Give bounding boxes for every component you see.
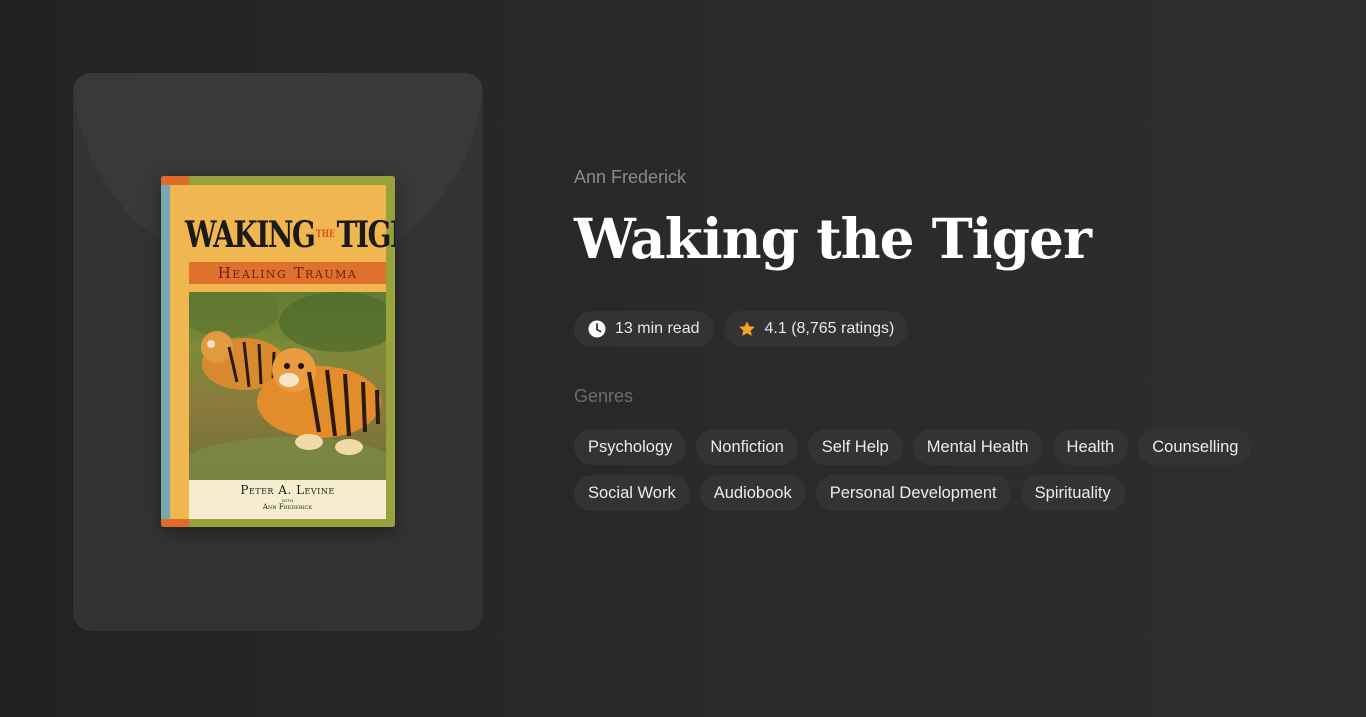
cover-subtitle: Healing Trauma [217,264,358,282]
cover-title-right: TIGER [336,214,395,256]
genre-chip-social-work[interactable]: Social Work [574,475,690,511]
book-detail-page: WAKINGTHETIGER Healing Trauma [0,0,1366,717]
genre-list: Psychology Nonfiction Self Help Mental H… [574,429,1274,521]
cover-coauthor: Ann Frederick [262,503,313,511]
book-meta: 13 min read 4.1 (8,765 ratings) [574,311,909,347]
cover-corner-bottom [161,519,189,527]
rating-text: 4.1 (8,765 ratings) [764,320,895,337]
genre-chip-health[interactable]: Health [1052,429,1129,465]
genre-chip-counselling[interactable]: Counselling [1138,429,1253,465]
genre-chip-psychology[interactable]: Psychology [574,429,687,465]
read-time-text: 13 min read [615,320,700,337]
genre-chip-personal-development[interactable]: Personal Development [815,475,1011,511]
genre-chip-mental-health[interactable]: Mental Health [912,429,1043,465]
cover-corner-top [161,176,189,185]
clock-icon [588,320,606,338]
genre-chip-nonfiction[interactable]: Nonfiction [696,429,798,465]
read-time-badge: 13 min read [574,311,714,347]
book-title: Waking the Tiger [574,206,1092,271]
genre-row: Psychology Nonfiction Self Help Mental H… [574,429,1274,465]
cover-spine [161,176,170,527]
rating-badge: 4.1 (8,765 ratings) [723,311,909,347]
cover-frame-top [189,176,395,185]
cover-title-left: WAKING [185,214,316,256]
cover-tiger-illustration [189,292,386,480]
genres-heading: Genres [574,386,634,406]
cover-title: WAKINGTHETIGER [185,214,395,256]
cover-card: WAKINGTHETIGER Healing Trauma [73,73,483,631]
genre-chip-audiobook[interactable]: Audiobook [699,475,806,511]
cover-frame-bottom [189,519,395,527]
genre-chip-spirituality[interactable]: Spirituality [1020,475,1125,511]
book-author[interactable]: Ann Frederick [574,167,686,188]
cover-author: Peter A. Levine [240,483,335,497]
genre-chip-self-help[interactable]: Self Help [807,429,903,465]
genre-row: Social Work Audiobook Personal Developme… [574,475,1274,511]
cover-title-the: THE [315,229,336,240]
star-icon [738,320,756,338]
book-cover[interactable]: WAKINGTHETIGER Healing Trauma [161,176,395,527]
